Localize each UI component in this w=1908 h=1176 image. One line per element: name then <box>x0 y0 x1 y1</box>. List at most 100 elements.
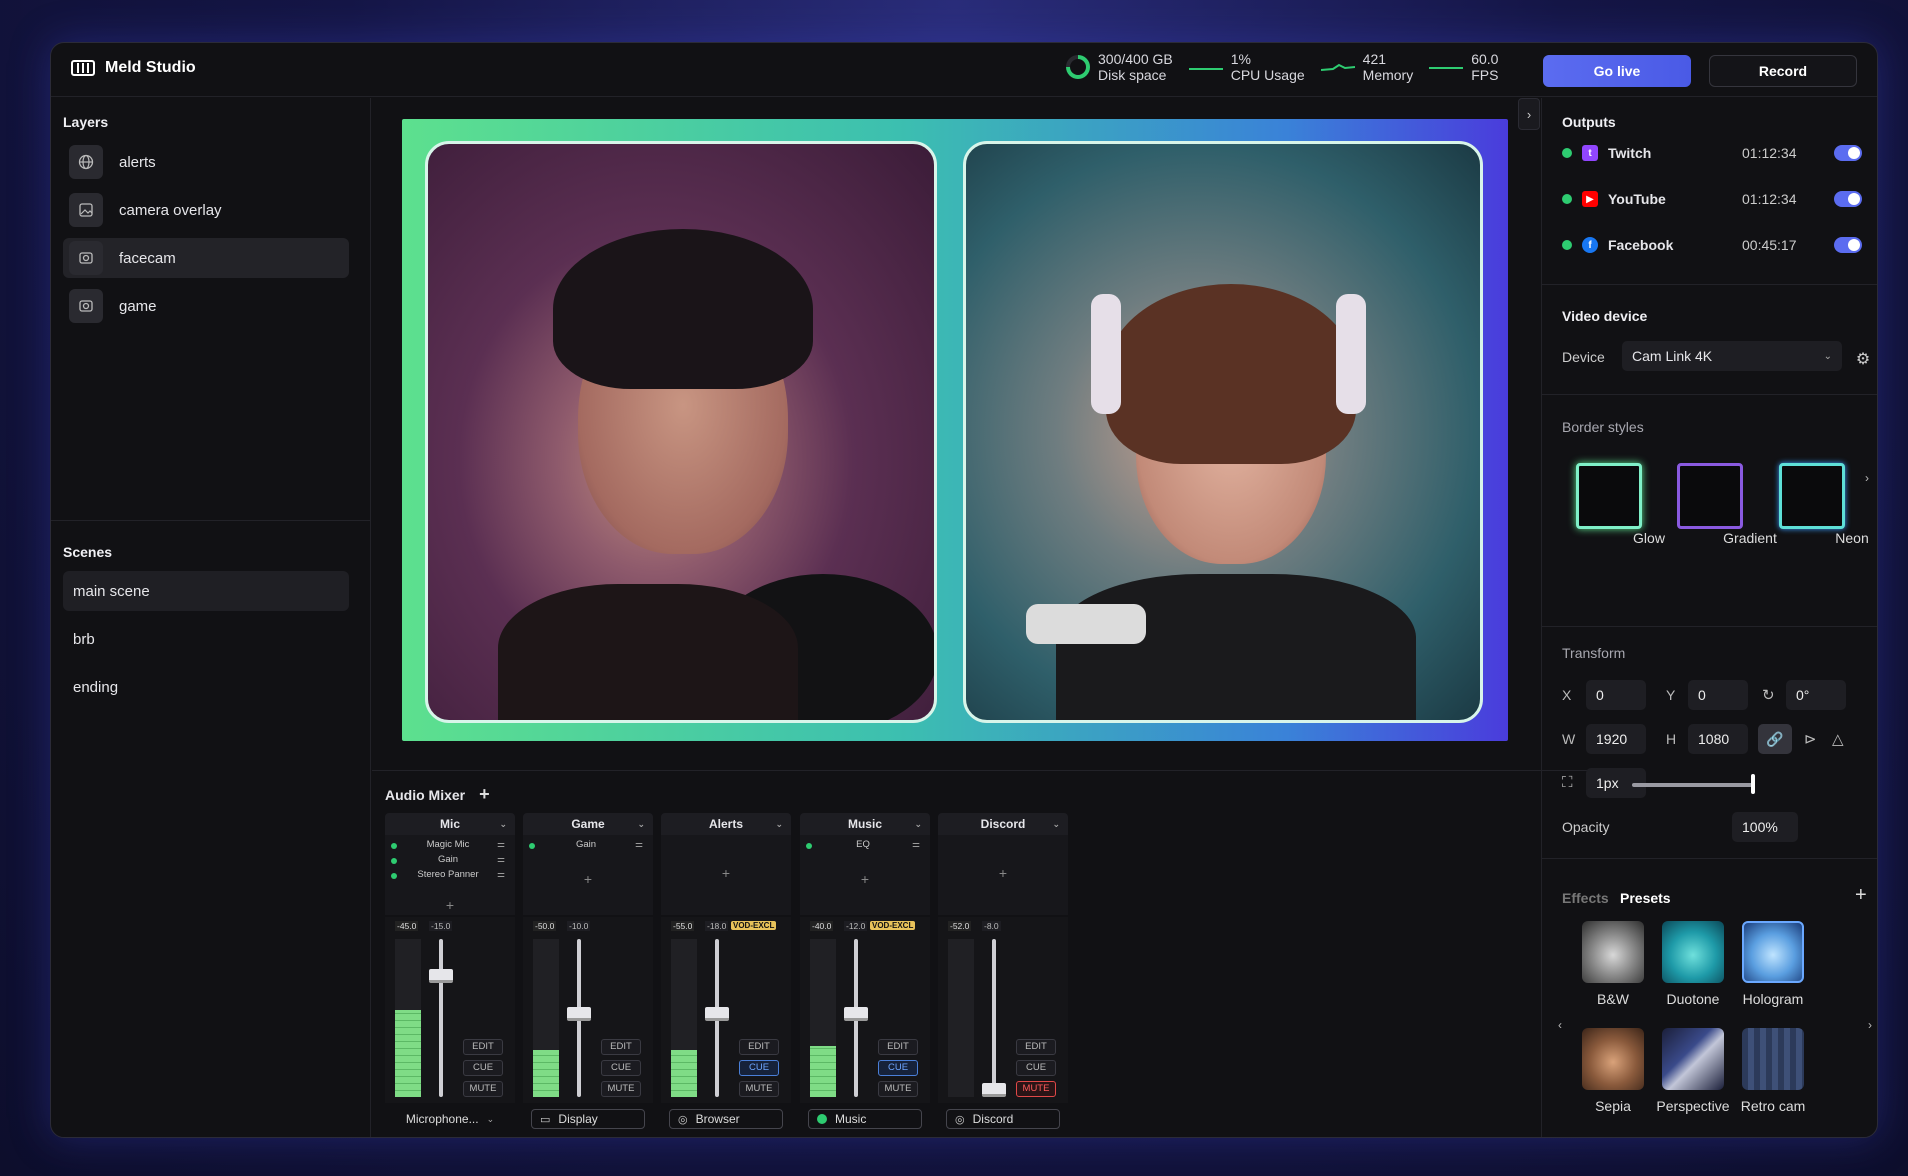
opacity-input[interactable]: 100% <box>1732 812 1798 842</box>
add-audio-source-icon[interactable]: + <box>479 784 490 805</box>
add-preset-icon[interactable]: + <box>1855 884 1867 907</box>
height-input[interactable]: 1080 <box>1688 724 1748 754</box>
channel-header[interactable]: Music ⌄ <box>800 813 930 835</box>
chevron-left-icon[interactable]: ‹ <box>1558 1018 1562 1032</box>
effect-row[interactable]: EQ ⚌ <box>806 839 920 853</box>
volume-fader-track[interactable] <box>439 939 443 1097</box>
collapse-panel-button[interactable]: › <box>1518 98 1540 130</box>
volume-fader-track[interactable] <box>992 939 996 1097</box>
channel-header[interactable]: Discord ⌄ <box>938 813 1068 835</box>
cue-button[interactable]: CUE <box>1016 1060 1056 1076</box>
cue-button[interactable]: CUE <box>601 1060 641 1076</box>
device-select[interactable]: Cam Link 4K ⌄ <box>1622 341 1842 371</box>
preset-duotone-thumb[interactable] <box>1662 921 1724 983</box>
volume-fader-handle[interactable] <box>429 969 453 983</box>
chevron-down-icon[interactable]: ⌄ <box>914 813 922 835</box>
layer-item-facecam[interactable]: facecam <box>63 238 349 278</box>
border-style-glow[interactable] <box>1576 463 1642 529</box>
add-effect-icon[interactable]: + <box>800 871 930 887</box>
output-toggle-twitch[interactable] <box>1834 145 1862 161</box>
edit-button[interactable]: EDIT <box>878 1039 918 1055</box>
chevron-right-icon[interactable]: › <box>1865 471 1869 485</box>
w-label: W <box>1562 731 1576 747</box>
output-toggle-youtube[interactable] <box>1834 191 1862 207</box>
edit-button[interactable]: EDIT <box>1016 1039 1056 1055</box>
opacity-slider-handle[interactable] <box>1751 774 1755 794</box>
tab-effects[interactable]: Effects <box>1562 890 1609 906</box>
preset-retro-cam-thumb[interactable] <box>1742 1028 1804 1090</box>
preset-perspective-thumb[interactable] <box>1662 1028 1724 1090</box>
add-effect-icon[interactable]: + <box>938 865 1068 881</box>
sliders-icon[interactable]: ⚌ <box>635 839 643 850</box>
mute-button[interactable]: MUTE <box>878 1081 918 1097</box>
chevron-down-icon[interactable]: ⌄ <box>1052 813 1060 835</box>
layer-item-camera-overlay[interactable]: camera overlay <box>63 190 349 230</box>
source-button[interactable]: ▭ Display <box>531 1109 645 1129</box>
mute-button[interactable]: MUTE <box>739 1081 779 1097</box>
scene-item-ending[interactable]: ending <box>63 667 349 707</box>
channel-header[interactable]: Game ⌄ <box>523 813 653 835</box>
preset-sepia-thumb[interactable] <box>1582 1028 1644 1090</box>
record-button[interactable]: Record <box>1709 55 1857 87</box>
border-style-gradient[interactable] <box>1677 463 1743 529</box>
volume-fader-handle[interactable] <box>705 1006 729 1021</box>
x-input[interactable]: 0 <box>1586 680 1646 710</box>
edit-button[interactable]: EDIT <box>601 1039 641 1055</box>
go-live-button[interactable]: Go live <box>1543 55 1691 87</box>
gear-icon[interactable]: ⚙ <box>1854 349 1872 368</box>
mute-button[interactable]: MUTE <box>463 1081 503 1097</box>
width-input[interactable]: 1920 <box>1586 724 1646 754</box>
source-button[interactable]: ◎ Discord <box>946 1109 1060 1129</box>
source-select[interactable]: Microphone... ⌄ <box>393 1109 507 1129</box>
sliders-icon[interactable]: ⚌ <box>912 839 920 850</box>
db-peak-readout: -55.0 <box>671 921 695 931</box>
chevron-right-icon[interactable]: › <box>1868 1018 1872 1032</box>
opacity-slider[interactable] <box>1632 783 1754 787</box>
layer-item-alerts[interactable]: alerts <box>63 142 349 182</box>
chevron-down-icon[interactable]: ⌄ <box>775 813 783 835</box>
flip-vertical-icon[interactable]: △ <box>1832 730 1844 748</box>
edit-button[interactable]: EDIT <box>739 1039 779 1055</box>
layer-item-game[interactable]: game <box>63 286 349 326</box>
scene-item-main-scene[interactable]: main scene <box>63 571 349 611</box>
sliders-icon[interactable]: ⚌ <box>497 854 505 865</box>
mute-button[interactable]: MUTE <box>1016 1081 1056 1097</box>
edit-button[interactable]: EDIT <box>463 1039 503 1055</box>
border-style-neon[interactable] <box>1779 463 1845 529</box>
rotation-input[interactable]: 0° <box>1786 680 1846 710</box>
scene-preview[interactable] <box>402 119 1508 741</box>
effect-row[interactable]: Stereo Panner ⚌ <box>391 869 505 883</box>
channel-header[interactable]: Mic ⌄ <box>385 813 515 835</box>
channel-header[interactable]: Alerts ⌄ <box>661 813 791 835</box>
sliders-icon[interactable]: ⚌ <box>497 839 505 850</box>
source-button[interactable]: Music <box>808 1109 922 1129</box>
add-effect-icon[interactable]: + <box>523 871 653 887</box>
cpu-sparkline-icon <box>1188 68 1223 70</box>
cue-button[interactable]: CUE <box>463 1060 503 1076</box>
mute-button[interactable]: MUTE <box>601 1081 641 1097</box>
y-input[interactable]: 0 <box>1688 680 1748 710</box>
meter-area: -50.0 -10.0 EDIT CUE MUTE <box>523 917 653 1103</box>
chevron-down-icon[interactable]: ⌄ <box>637 813 645 835</box>
add-effect-icon[interactable]: + <box>385 897 515 913</box>
cue-button[interactable]: CUE <box>878 1060 918 1076</box>
volume-fader-handle[interactable] <box>567 1006 591 1021</box>
effect-row[interactable]: Gain ⚌ <box>391 854 505 868</box>
flip-horizontal-icon[interactable]: ⊳ <box>1804 730 1817 748</box>
effect-row[interactable]: Gain ⚌ <box>529 839 643 853</box>
app-title: Meld Studio <box>105 59 196 76</box>
volume-fader-handle[interactable] <box>844 1006 868 1021</box>
source-button[interactable]: ◎ Browser <box>669 1109 783 1129</box>
preset-hologram-thumb[interactable] <box>1742 921 1804 983</box>
effect-row[interactable]: Magic Mic ⚌ <box>391 839 505 853</box>
add-effect-icon[interactable]: + <box>661 865 791 881</box>
link-icon[interactable]: 🔗 <box>1758 724 1792 754</box>
preset-bw-thumb[interactable] <box>1582 921 1644 983</box>
sliders-icon[interactable]: ⚌ <box>497 869 505 880</box>
volume-fader-handle[interactable] <box>982 1083 1006 1097</box>
scene-item-brb[interactable]: brb <box>63 619 349 659</box>
tab-presets[interactable]: Presets <box>1620 890 1671 906</box>
cue-button[interactable]: CUE <box>739 1060 779 1076</box>
output-toggle-facebook[interactable] <box>1834 237 1862 253</box>
chevron-down-icon[interactable]: ⌄ <box>499 813 507 835</box>
